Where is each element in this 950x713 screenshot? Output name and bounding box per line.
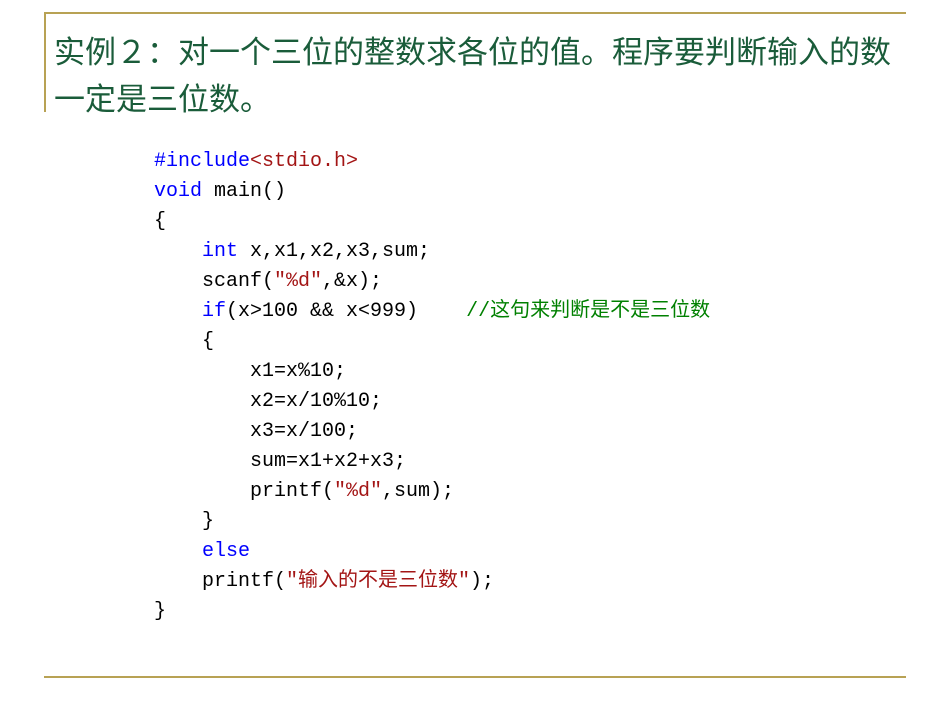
code-scanf-a: scanf( [154,270,274,293]
code-printf-a: printf( [154,480,334,503]
code-inner-brace-close: } [154,510,214,533]
frame-left [44,12,46,112]
frame-top [44,12,906,14]
code-printf-fmt: "%d" [334,480,382,503]
code-inner-brace-open: { [154,330,214,353]
code-vars: x,x1,x2,x3,sum; [238,240,430,263]
code-sum: sum=x1+x2+x3; [154,450,406,473]
slide-content: 实例２：对一个三位的整数求各位的值。程序要判断输入的数一定是三位数。 #incl… [54,30,896,627]
code-else-kw: else [154,540,250,563]
code-brace-close: } [154,600,166,623]
code-printf2-a: printf( [154,570,286,593]
code-brace-open: { [154,210,166,233]
code-x1: x1=x%10; [154,360,346,383]
code-printf-b: ,sum); [382,480,454,503]
code-printf2-str: "输入的不是三位数" [286,570,470,593]
slide-title: 实例２：对一个三位的整数求各位的值。程序要判断输入的数一定是三位数。 [54,30,896,123]
code-main: main() [202,180,286,203]
code-if-kw: if [154,300,226,323]
code-scanf-b: ,&x); [322,270,382,293]
code-block: #include<stdio.h> void main() { int x,x1… [154,147,896,627]
code-void-kw: void [154,180,202,203]
code-cond: (x>100 && x<999) [226,300,466,323]
code-printf2-b: ); [470,570,494,593]
code-comment: //这句来判断是不是三位数 [466,300,710,323]
frame-bottom [44,676,906,678]
code-x2: x2=x/10%10; [154,390,382,413]
code-x3: x3=x/100; [154,420,358,443]
code-scanf-fmt: "%d" [274,270,322,293]
code-header: <stdio.h> [250,150,358,173]
code-int-kw: int [154,240,238,263]
code-include-kw: #include [154,150,250,173]
